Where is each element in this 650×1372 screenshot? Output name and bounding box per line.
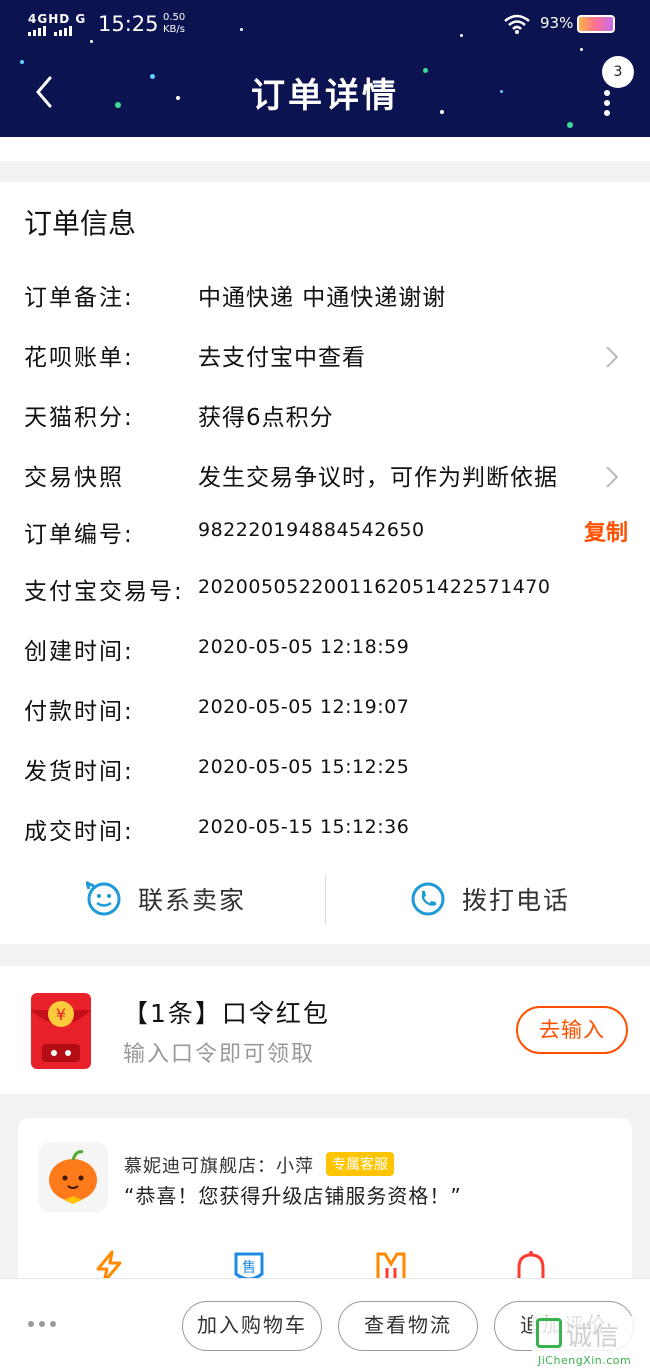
row-label: 付款时间: xyxy=(24,699,134,725)
row-label: 订单备注: xyxy=(24,285,134,311)
battery-percent: 93% xyxy=(540,14,574,32)
add-to-cart-button[interactable]: 加入购物车 xyxy=(182,1301,322,1351)
order-note-row: 订单备注: 中通快递 中通快递谢谢 xyxy=(0,278,650,318)
section-title: 订单信息 xyxy=(24,207,137,240)
row-label: 花呗账单: xyxy=(24,345,134,371)
red-packet-subtitle: 输入口令即可领取 xyxy=(123,1042,316,1067)
svg-text:售: 售 xyxy=(242,1260,256,1276)
view-logistics-button[interactable]: 查看物流 xyxy=(338,1301,478,1351)
star-decoration xyxy=(20,60,24,64)
watermark-logo xyxy=(536,1318,562,1348)
shop-card: 慕妮迪可旗舰店：小萍 专属客服 “恭喜！您获得升级店铺服务资格！” 售 xyxy=(18,1118,632,1298)
completed-time-row: 成交时间: 2020-05-15 15:12:36 xyxy=(0,812,650,852)
chevron-right-icon[interactable] xyxy=(604,344,620,370)
row-label: 订单编号: xyxy=(24,522,134,548)
row-label: 交易快照 xyxy=(24,465,124,491)
watermark-text: 诚信 xyxy=(566,1322,621,1352)
watermark-url: JiChengXin.com xyxy=(538,1354,632,1367)
row-value: 2020-05-05 12:18:59 xyxy=(198,636,410,658)
network-indicator: 4GHD G xyxy=(28,12,87,26)
huabei-bill-row[interactable]: 花呗账单: 去支付宝中查看 xyxy=(0,338,650,378)
contact-seller-label: 联系卖家 xyxy=(138,886,247,915)
paid-time-row: 付款时间: 2020-05-05 12:19:07 xyxy=(0,692,650,732)
more-vertical-icon[interactable] xyxy=(602,90,612,116)
site-watermark: 诚信 JiChengXin.com xyxy=(532,1316,650,1372)
svg-text:¥: ¥ xyxy=(56,1005,66,1024)
row-value: 2020-05-05 15:12:25 xyxy=(198,756,410,778)
row-label: 创建时间: xyxy=(24,639,134,665)
battery-icon xyxy=(577,15,615,33)
row-label: 天猫积分: xyxy=(24,405,134,431)
order-number: 982220194884542650 xyxy=(198,519,425,541)
red-packet-card: ¥ 【1条】口令红包 输入口令即可领取 去输入 xyxy=(0,966,650,1094)
created-time-row: 创建时间: 2020-05-05 12:18:59 xyxy=(0,632,650,672)
shipped-time-row: 发货时间: 2020-05-05 15:12:25 xyxy=(0,752,650,792)
row-value: 发生交易争议时，可作为判断依据 xyxy=(198,465,558,491)
top-spacer xyxy=(0,137,650,161)
phone-icon xyxy=(411,882,445,916)
alipay-trade-row: 支付宝交易号: 2020050522001162051422571470 xyxy=(0,572,650,612)
row-label: 发货时间: xyxy=(24,759,134,785)
row-value: 获得6点积分 xyxy=(198,405,334,431)
shop-name: 慕妮迪可旗舰店：小萍 xyxy=(124,1156,314,1177)
red-envelope-icon: ¥ xyxy=(31,993,91,1069)
status-bar: 4GHD G 15:25 0.50 KB/s 93% xyxy=(0,0,650,50)
call-phone-label: 拨打电话 xyxy=(462,886,571,915)
row-value: 中通快递 中通快递谢谢 xyxy=(198,285,447,311)
status-time: 15:25 xyxy=(98,12,159,36)
order-number-row: 订单编号: 982220194884542650 复制 xyxy=(0,515,650,555)
shop-avatar[interactable] xyxy=(38,1142,108,1212)
network-speed-unit: KB/s xyxy=(163,24,185,35)
service-tag-badge: 专属客服 xyxy=(326,1152,394,1176)
wifi-icon xyxy=(504,14,530,34)
row-label: 支付宝交易号: xyxy=(24,579,184,605)
divider xyxy=(325,874,326,924)
more-horizontal-icon[interactable] xyxy=(28,1321,56,1327)
alipay-trade-number: 2020050522001162051422571470 xyxy=(198,576,551,598)
chevron-right-icon[interactable] xyxy=(604,464,620,490)
signal-bars-icon xyxy=(28,26,72,36)
copy-button[interactable]: 复制 xyxy=(584,515,628,547)
contact-seller-button[interactable]: 联系卖家 xyxy=(86,864,246,934)
order-info-card: 订单信息 订单备注: 中通快递 中通快递谢谢 花呗账单: 去支付宝中查看 天猫积… xyxy=(0,182,650,944)
enter-code-button[interactable]: 去输入 xyxy=(516,1006,628,1054)
chat-bubble-icon xyxy=(86,881,121,916)
call-phone-button[interactable]: 拨打电话 xyxy=(410,864,570,934)
trade-snapshot-row[interactable]: 交易快照 发生交易争议时，可作为判断依据 xyxy=(0,458,650,498)
notification-badge[interactable]: 3 xyxy=(602,56,634,88)
row-value: 2020-05-05 12:19:07 xyxy=(198,696,410,718)
network-speed: 0.50 KB/s xyxy=(163,12,185,36)
contact-actions: 联系卖家 拨打电话 xyxy=(0,864,650,934)
red-packet-title: 【1条】口令红包 xyxy=(123,999,330,1028)
star-decoration xyxy=(567,122,573,128)
app-header: 4GHD G 15:25 0.50 KB/s 93% 订单详情 3 xyxy=(0,0,650,137)
network-speed-value: 0.50 xyxy=(163,12,186,23)
row-value: 去支付宝中查看 xyxy=(198,345,366,371)
row-label: 成交时间: xyxy=(24,819,134,845)
pumpkin-mascot-icon xyxy=(49,1150,97,1204)
shop-message: “恭喜！您获得升级店铺服务资格！” xyxy=(124,1184,462,1208)
page-title: 订单详情 xyxy=(251,76,399,116)
row-value: 2020-05-15 15:12:36 xyxy=(198,816,410,838)
tmall-points-row: 天猫积分: 获得6点积分 xyxy=(0,398,650,438)
